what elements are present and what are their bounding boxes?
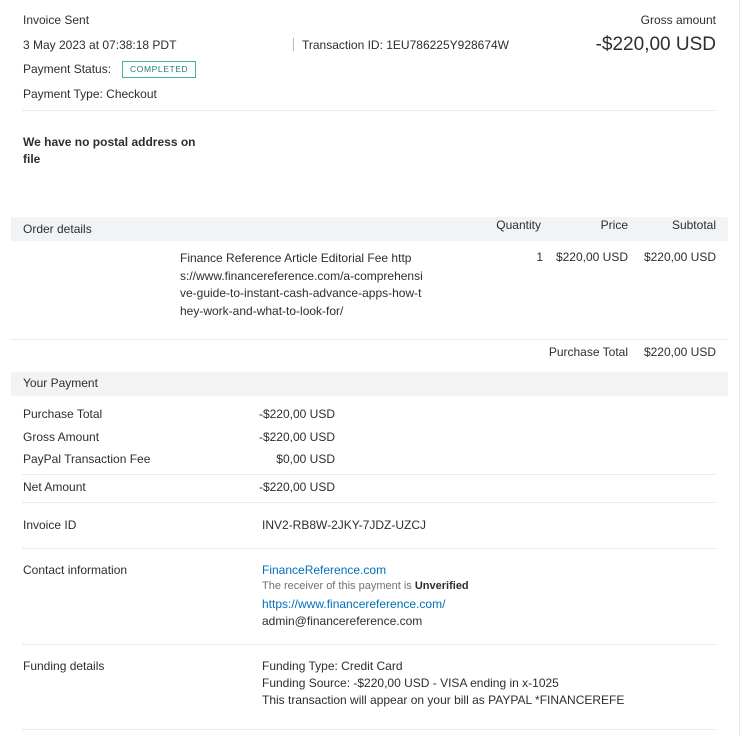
invoice-id-label: Invoice ID xyxy=(23,518,77,532)
order-item-quantity: 1 xyxy=(536,250,543,264)
funding-details-label: Funding details xyxy=(23,659,105,673)
invoice-id-value: INV2-RB8W-2JKY-7JDZ-UZCJ xyxy=(262,518,427,532)
subtotal-header: Subtotal xyxy=(671,218,716,232)
postal-address-note: We have no postal address on file xyxy=(23,135,196,166)
payment-row-label: PayPal Transaction Fee xyxy=(23,452,151,466)
order-item-price: $220,00 USD xyxy=(555,250,628,264)
statement-descriptor: This transaction will appear on your bil… xyxy=(262,693,625,707)
payment-row-label: Gross Amount xyxy=(23,430,100,444)
divider xyxy=(23,729,716,730)
divider xyxy=(11,339,728,340)
contact-information-label: Contact information xyxy=(23,563,128,577)
invoice-status-title: Invoice Sent xyxy=(23,13,90,27)
merchant-website-link[interactable]: https://www.financereference.com/ xyxy=(262,597,445,611)
net-amount-value: -$220,00 USD xyxy=(258,480,335,494)
header-separator xyxy=(293,38,294,51)
price-header: Price xyxy=(600,218,628,232)
purchase-total-label: Purchase Total xyxy=(548,345,628,359)
divider xyxy=(23,502,716,503)
payment-row-value: -$220,00 USD xyxy=(258,407,335,421)
order-details-title: Order details xyxy=(23,222,92,236)
scrollbar-edge xyxy=(739,0,740,736)
divider xyxy=(23,644,716,645)
gross-amount-value: -$220,00 USD xyxy=(595,34,716,55)
payment-row-value: $0,00 USD xyxy=(276,452,335,466)
divider xyxy=(23,474,716,475)
funding-source: Funding Source: -$220,00 USD - VISA endi… xyxy=(262,676,559,690)
divider xyxy=(23,110,716,111)
funding-type: Funding Type: Credit Card xyxy=(262,659,403,673)
divider xyxy=(23,548,716,549)
transaction-datetime: 3 May 2023 at 07:38:18 PDT xyxy=(23,38,177,52)
payment-row-value: -$220,00 USD xyxy=(258,430,335,444)
purchase-total-value: $220,00 USD xyxy=(643,345,716,359)
merchant-name-link[interactable]: FinanceReference.com xyxy=(262,563,386,577)
payment-type: Payment Type: Checkout xyxy=(23,87,157,101)
payment-row-label: Purchase Total xyxy=(23,407,103,421)
merchant-email: admin@financereference.com xyxy=(262,614,423,628)
receiver-verification: The receiver of this payment is Unverifi… xyxy=(262,580,469,592)
your-payment-header xyxy=(11,372,728,396)
transaction-id: Transaction ID: 1EU786225Y928674W xyxy=(302,38,510,52)
verification-status: Unverified xyxy=(414,580,469,592)
order-item-subtotal: $220,00 USD xyxy=(643,250,716,264)
payment-status-badge: COMPLETED xyxy=(122,61,197,78)
payment-status-label: Payment Status: xyxy=(23,62,112,76)
your-payment-title: Your Payment xyxy=(23,376,98,390)
quantity-header: Quantity xyxy=(496,218,541,232)
verification-prefix: The receiver of this payment is xyxy=(262,580,412,592)
order-item-description: Finance Reference Article Editorial Fee … xyxy=(180,251,423,318)
net-amount-label: Net Amount xyxy=(23,480,86,494)
gross-amount-label: Gross amount xyxy=(640,13,716,27)
